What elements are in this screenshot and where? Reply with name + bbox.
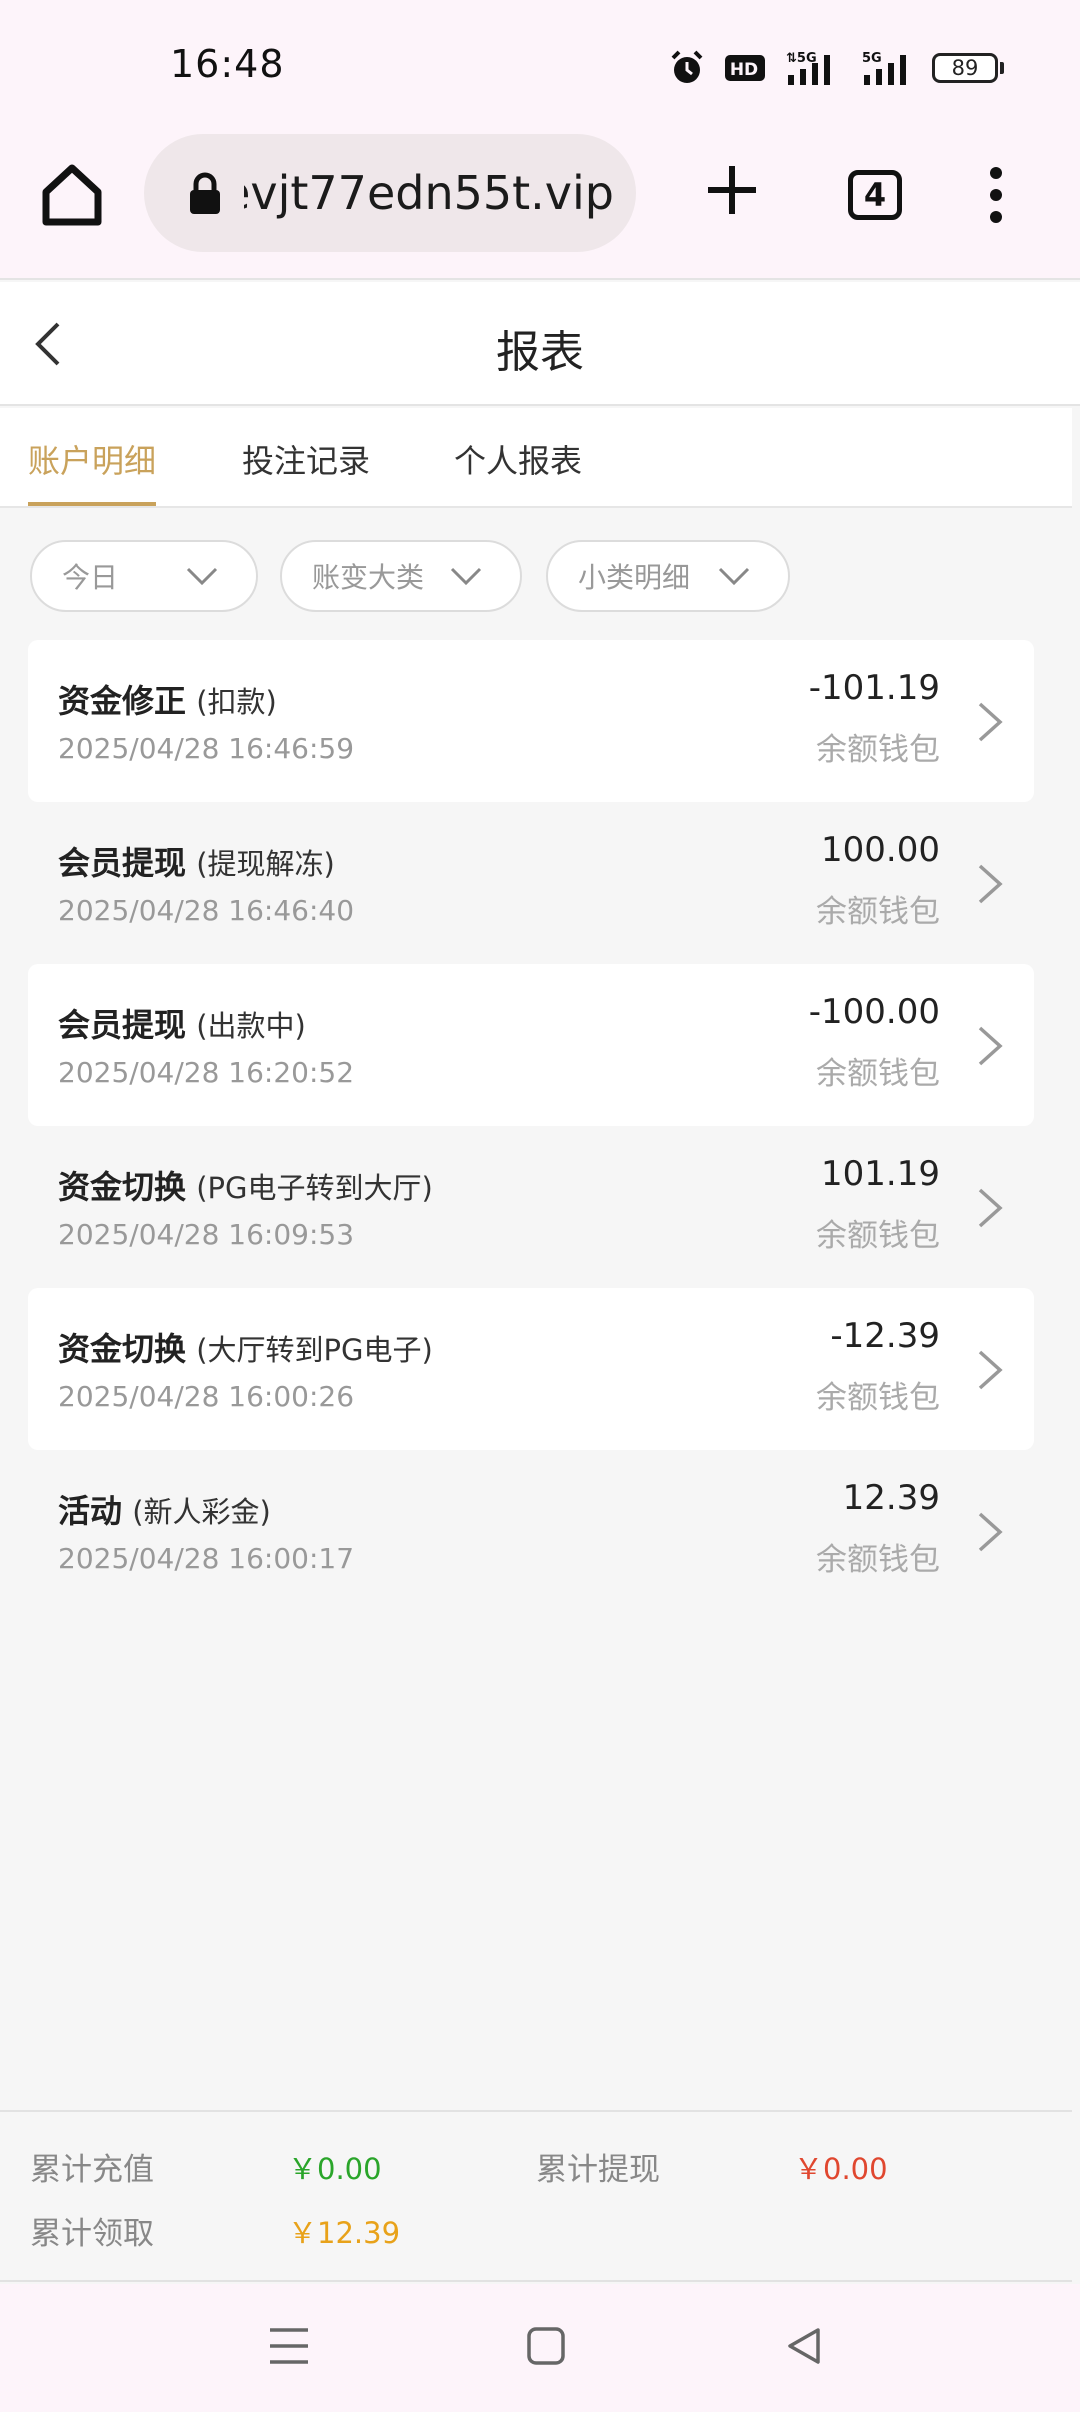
status-bar: 16:48 HD ⇅5G 5G 89 [0,0,1080,130]
recharge-total-value: ￥0.00 [288,2152,382,2186]
record-date: 2025/04/28 16:46:59 [58,732,355,765]
tab-personal-report[interactable]: 个人报表 [454,436,582,482]
record-amount: 101.19 [821,1154,940,1194]
withdraw-total-value: ￥0.00 [794,2152,888,2186]
page-title: 报表 [496,327,584,378]
system-navigation-bar [0,2284,1080,2412]
record-date: 2025/04/28 16:09:53 [58,1218,355,1251]
tab-bet-records[interactable]: 投注记录 [242,436,370,482]
chevron-right-icon [978,1350,1003,1390]
chevron-down-icon [186,567,218,586]
more-menu-icon[interactable] [984,166,1008,224]
record-amount: 12.39 [842,1478,940,1518]
active-tab-indicator [28,502,156,506]
home-icon[interactable] [40,160,104,230]
list-item[interactable]: 资金切换 (PG电子转到大厅) 2025/04/28 16:09:53 101.… [28,1126,1034,1288]
subcategory-filter-label: 小类明细 [578,561,691,594]
chevron-right-icon [978,1188,1003,1228]
svg-text:5G: 5G [862,51,882,66]
recharge-total-label: 累计充值 [30,2152,154,2188]
back-nav-icon[interactable] [784,2324,824,2368]
record-list: 资金修正 (扣款) 2025/04/28 16:46:59 -101.19 余额… [28,640,1034,1612]
battery-icon: 89 [932,53,1004,83]
hd-icon: HD [725,55,765,81]
record-amount: 100.00 [821,830,940,870]
record-title: 资金切换 (PG电子转到大厅) [58,1168,433,1206]
signal-5g-secondary-icon: 5G [862,51,906,85]
chevron-down-icon [718,567,750,586]
page-header: 报表 [0,282,1080,406]
chevron-right-icon [978,1026,1003,1066]
category-filter-dropdown[interactable]: 账变大类 [280,540,522,612]
category-filter-label: 账变大类 [312,561,425,594]
subcategory-filter-dropdown[interactable]: 小类明细 [546,540,790,612]
list-item[interactable]: 会员提现 (出款中) 2025/04/28 16:20:52 -100.00 余… [28,964,1034,1126]
svg-text:HD: HD [730,60,758,80]
record-amount: -101.19 [808,668,940,708]
list-item[interactable]: 资金修正 (扣款) 2025/04/28 16:46:59 -101.19 余额… [28,640,1034,802]
chevron-right-icon [978,702,1003,742]
status-time: 16:48 [170,42,285,86]
record-title: 会员提现 (出款中) [58,1006,306,1044]
tab-bar: 账户明细 投注记录 个人报表 [0,408,1072,508]
record-wallet: 余额钱包 [816,1218,940,1254]
tab-account-details[interactable]: 账户明细 [28,436,156,482]
record-wallet: 余额钱包 [816,894,940,930]
chevron-right-icon [978,864,1003,904]
claim-total-label: 累计领取 [30,2216,154,2252]
record-title: 活动 (新人彩金) [58,1492,271,1530]
list-item[interactable]: 资金切换 (大厅转到PG电子) 2025/04/28 16:00:26 -12.… [28,1288,1034,1450]
record-title: 资金切换 (大厅转到PG电子) [58,1330,433,1368]
record-wallet: 余额钱包 [816,1542,940,1578]
lock-icon [190,172,220,214]
new-tab-icon[interactable] [704,162,760,218]
home-nav-icon[interactable] [526,2324,566,2368]
record-amount: -12.39 [830,1316,940,1356]
status-icons: HD ⇅5G 5G 89 [668,46,1004,90]
record-date: 2025/04/28 16:46:40 [58,894,355,927]
summary-panel: 累计充值 ￥0.00 累计提现 ￥0.00 累计领取 ￥12.39 [0,2110,1072,2282]
record-date: 2025/04/28 16:00:17 [58,1542,355,1575]
url-text: 3evjt77edn55t.vip [244,166,614,220]
record-title: 资金修正 (扣款) [58,682,277,720]
withdraw-total-label: 累计提现 [536,2152,660,2188]
record-wallet: 余额钱包 [816,732,940,768]
tab-switcher-button[interactable]: 4 [848,170,902,220]
record-wallet: 余额钱包 [816,1380,940,1416]
list-item[interactable]: 会员提现 (提现解冻) 2025/04/28 16:46:40 100.00 余… [28,802,1034,964]
signal-5g-icon: ⇅5G [786,51,830,85]
record-date: 2025/04/28 16:00:26 [58,1380,355,1413]
address-bar[interactable]: 3evjt77edn55t.vip [144,134,636,252]
battery-level: 89 [932,53,998,83]
chevron-right-icon [978,1512,1003,1552]
recent-apps-icon[interactable] [268,2324,310,2368]
record-date: 2025/04/28 16:20:52 [58,1056,355,1089]
alarm-icon [671,50,703,83]
date-filter-dropdown[interactable]: 今日 [30,540,258,612]
record-wallet: 余额钱包 [816,1056,940,1092]
record-amount: -100.00 [808,992,940,1032]
record-title: 会员提现 (提现解冻) [58,844,335,882]
chevron-down-icon [450,567,482,586]
claim-total-value: ￥12.39 [288,2216,401,2250]
date-filter-label: 今日 [62,561,119,594]
list-item[interactable]: 活动 (新人彩金) 2025/04/28 16:00:17 12.39 余额钱包 [28,1450,1034,1612]
browser-toolbar: 3evjt77edn55t.vip 4 [0,130,1080,280]
